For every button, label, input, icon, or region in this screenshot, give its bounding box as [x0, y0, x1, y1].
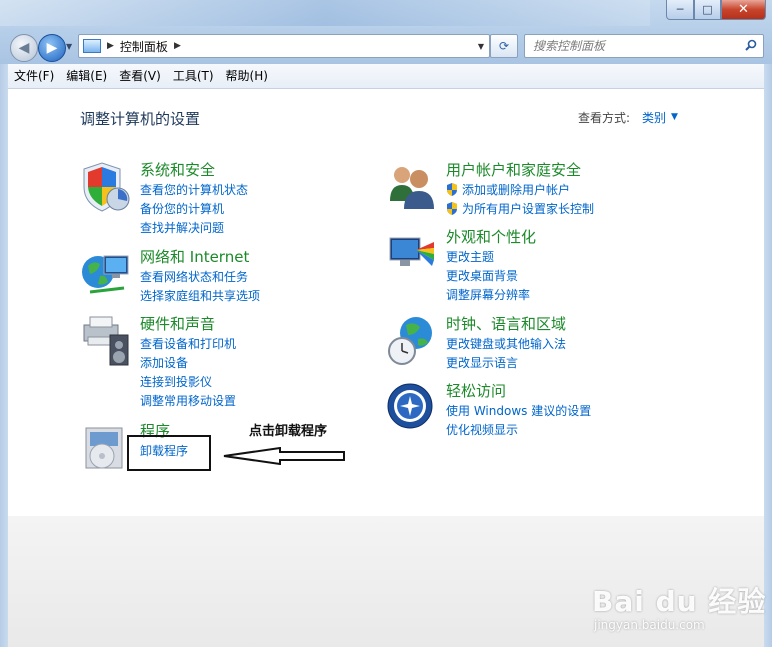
menu-tools[interactable]: 工具(T)	[167, 64, 220, 88]
window-frame-right	[764, 64, 772, 647]
menu-view[interactable]: 查看(V)	[113, 64, 167, 88]
control-panel-window: ─ □ ✕ ◀ ▶ ▼ ▶ 控制面板 ▶ ▼ ⟳ 文件(F) 编辑(E) 查看(…	[0, 0, 772, 647]
link-add-device[interactable]: 添加设备	[140, 354, 236, 373]
search-input[interactable]	[531, 38, 743, 54]
menu-edit[interactable]: 编辑(E)	[60, 64, 113, 88]
link-change-background[interactable]: 更改桌面背景	[446, 267, 530, 286]
caption-buttons: ─ □ ✕	[666, 0, 766, 20]
category-title[interactable]: 系统和安全	[140, 159, 215, 180]
refresh-button[interactable]: ⟳	[490, 34, 518, 58]
link-network-status[interactable]: 查看网络状态和任务	[140, 268, 260, 287]
link-mobility-settings[interactable]: 调整常用移动设置	[140, 392, 236, 411]
window-frame-left	[0, 64, 8, 647]
watermark-url: jingyan.baidu.com	[594, 618, 705, 632]
category-title[interactable]: 时钟、语言和区域	[446, 313, 566, 334]
maximize-button[interactable]: □	[694, 0, 721, 20]
link-find-fix-problems[interactable]: 查找并解决问题	[140, 219, 248, 238]
menu-file[interactable]: 文件(F)	[8, 64, 60, 88]
link-parental-controls[interactable]: 为所有用户设置家长控制	[446, 200, 594, 219]
link-backup-computer[interactable]: 备份您的计算机	[140, 200, 248, 219]
category-title[interactable]: 轻松访问	[446, 380, 506, 401]
breadcrumb-chevron-icon[interactable]: ▶	[174, 41, 181, 51]
breadcrumb-control-panel[interactable]: 控制面板	[120, 38, 168, 55]
address-bar[interactable]: ▶ 控制面板 ▶ ▼	[78, 34, 490, 58]
search-box[interactable]	[524, 34, 764, 58]
programs-icon[interactable]	[80, 422, 132, 474]
link-add-remove-accounts[interactable]: 添加或删除用户帐户	[446, 181, 594, 200]
view-by-dropdown[interactable]: 类别	[642, 109, 666, 126]
link-screen-resolution[interactable]: 调整屏幕分辨率	[446, 286, 530, 305]
chevron-down-icon[interactable]: ▼	[671, 112, 678, 122]
back-button[interactable]: ◀	[10, 34, 38, 62]
address-dropdown-icon[interactable]: ▼	[478, 42, 484, 51]
search-icon[interactable]	[743, 39, 759, 54]
recent-pages-dropdown[interactable]: ▼	[66, 42, 72, 51]
category-title[interactable]: 外观和个性化	[446, 226, 536, 247]
link-homegroup-sharing[interactable]: 选择家庭组和共享选项	[140, 287, 260, 306]
view-by-label: 查看方式:	[578, 111, 631, 125]
link-connect-projector[interactable]: 连接到投影仪	[140, 373, 236, 392]
link-display-language[interactable]: 更改显示语言	[446, 354, 566, 373]
link-change-input-method[interactable]: 更改键盘或其他输入法	[446, 335, 566, 354]
minimize-button[interactable]: ─	[666, 0, 694, 20]
annotation-text: 点击卸载程序	[249, 424, 328, 439]
breadcrumb-chevron-icon[interactable]: ▶	[107, 41, 114, 51]
menu-help[interactable]: 帮助(H)	[220, 64, 274, 88]
close-button[interactable]: ✕	[721, 0, 766, 20]
link-devices-printers[interactable]: 查看设备和打印机	[140, 335, 236, 354]
uac-shield-icon	[447, 183, 457, 196]
taskbar-reflection	[0, 0, 650, 26]
link-optimize-video[interactable]: 优化视频显示	[446, 421, 591, 440]
hardware-sound-icon[interactable]	[80, 315, 132, 367]
watermark-logo: Bai du 经验	[592, 585, 767, 618]
page-title: 调整计算机的设置	[80, 110, 201, 128]
uac-shield-icon	[447, 202, 457, 215]
link-change-theme[interactable]: 更改主题	[446, 248, 530, 267]
refresh-icon: ⟳	[498, 39, 510, 53]
annotation-arrow-icon	[223, 447, 345, 465]
highlight-box	[127, 435, 211, 471]
back-arrow-icon: ◀	[18, 40, 30, 56]
ease-of-access-icon[interactable]	[386, 382, 438, 434]
forward-arrow-icon: ▶	[46, 40, 58, 56]
link-label: 添加或删除用户帐户	[462, 183, 571, 197]
system-security-icon[interactable]	[80, 161, 132, 213]
control-panel-icon	[83, 39, 101, 53]
menu-bar: 文件(F) 编辑(E) 查看(V) 工具(T) 帮助(H)	[8, 64, 764, 89]
network-icon[interactable]	[80, 248, 132, 300]
link-label: 为所有用户设置家长控制	[462, 202, 595, 216]
forward-button[interactable]: ▶	[38, 34, 66, 62]
appearance-icon[interactable]	[386, 228, 438, 280]
category-title[interactable]: 用户帐户和家庭安全	[446, 159, 581, 180]
link-view-computer-status[interactable]: 查看您的计算机状态	[140, 181, 248, 200]
users-icon[interactable]	[386, 161, 438, 213]
watermark: Bai du 经验 jingyan.baidu.com	[592, 566, 765, 636]
link-recommended-settings[interactable]: 使用 Windows 建议的设置	[446, 402, 591, 421]
category-title[interactable]: 硬件和声音	[140, 313, 215, 334]
clock-globe-icon[interactable]	[386, 315, 438, 367]
category-title[interactable]: 网络和 Internet	[140, 246, 249, 267]
